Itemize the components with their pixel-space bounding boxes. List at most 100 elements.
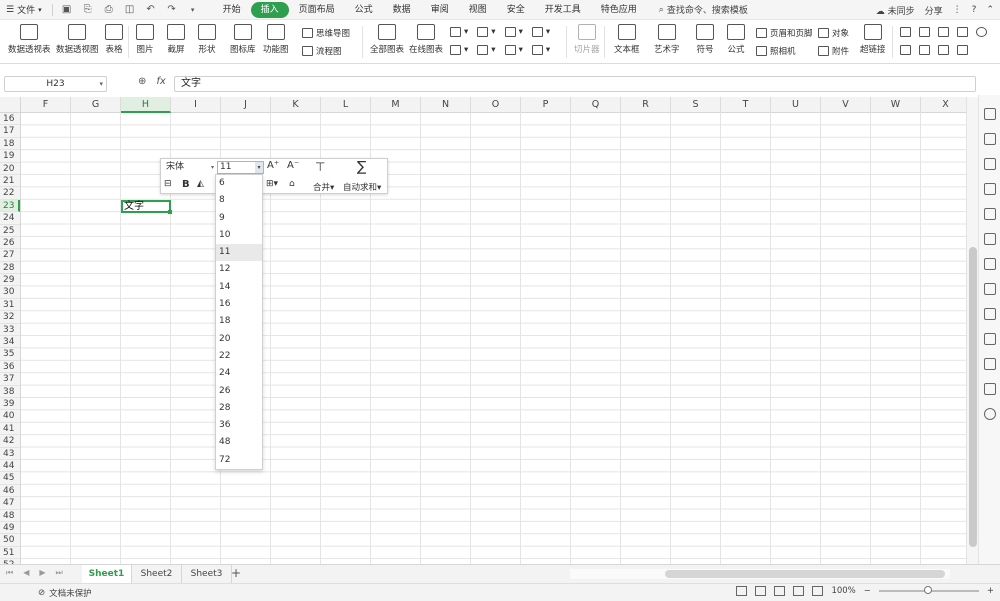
row-header[interactable]: 37 — [0, 373, 20, 386]
column-header[interactable]: T — [721, 97, 771, 113]
next-sheet-icon[interactable]: ▶ — [39, 568, 45, 578]
row-header[interactable]: 45 — [0, 472, 20, 485]
column-header[interactable]: F — [21, 97, 71, 113]
font-size-option[interactable]: 9 — [216, 210, 262, 227]
backup-icon[interactable] — [983, 258, 996, 270]
font-size-option[interactable]: 24 — [216, 365, 262, 382]
row-header[interactable]: 43 — [0, 448, 20, 460]
online-charts-button[interactable]: 在线图表 — [409, 24, 443, 55]
share-panel-icon[interactable] — [983, 283, 996, 295]
font-size-option[interactable]: 18 — [216, 313, 262, 330]
format-painter-icon[interactable]: ⌂ — [289, 179, 295, 189]
column-header[interactable]: K — [271, 97, 321, 113]
help-icon[interactable]: ? — [972, 5, 977, 15]
row-header[interactable]: 31 — [0, 299, 20, 312]
column-header[interactable]: O — [471, 97, 521, 113]
font-size-select[interactable]: 11 ▾ — [217, 161, 264, 174]
camera-button[interactable]: 照相机 — [756, 45, 796, 57]
row-header[interactable]: 33 — [0, 324, 20, 337]
tab-3[interactable]: 公式 — [345, 2, 383, 18]
font-size-option[interactable]: 14 — [216, 279, 262, 296]
row-header[interactable]: 16 — [0, 113, 20, 126]
row-header[interactable]: 35 — [0, 348, 20, 361]
font-size-option[interactable]: 8 — [216, 192, 262, 209]
command-search[interactable]: ⌕ 查找命令、搜索模板 — [659, 3, 748, 17]
font-size-option[interactable]: 6 — [216, 175, 262, 192]
row-header[interactable]: 27 — [0, 249, 20, 262]
prev-sheet-icon[interactable]: ◀ — [23, 568, 29, 578]
row-header[interactable]: 40 — [0, 410, 20, 423]
tab-5[interactable]: 审阅 — [421, 2, 459, 18]
row-header[interactable]: 26 — [0, 237, 20, 250]
first-sheet-icon[interactable]: ⏮ — [6, 568, 13, 578]
formula-input[interactable]: 文字 — [174, 76, 976, 92]
shapes-panel-icon[interactable] — [983, 183, 996, 195]
column-header[interactable]: R — [621, 97, 671, 113]
table-button[interactable]: 表格 — [105, 24, 123, 55]
zoom-slider[interactable] — [878, 586, 979, 594]
page-break-icon[interactable] — [793, 586, 805, 596]
row-header[interactable]: 32 — [0, 311, 20, 324]
row-header[interactable]: 28 — [0, 262, 20, 275]
font-size-option[interactable]: 22 — [216, 348, 262, 365]
redo-icon[interactable]: ↷ — [166, 4, 178, 16]
zoom-knob[interactable] — [923, 586, 932, 594]
textbox-button[interactable]: 文本框 — [614, 24, 640, 55]
column-header[interactable]: J — [221, 97, 271, 113]
tab-4[interactable]: 数据 — [383, 2, 421, 18]
all-charts-button[interactable]: 全部图表 — [370, 24, 404, 55]
active-cell-h23[interactable]: 文字 — [121, 199, 172, 214]
art-text-button[interactable]: 艺术字 — [654, 24, 680, 55]
column-header[interactable]: S — [671, 97, 721, 113]
sigma-icon[interactable]: ∑ — [357, 159, 366, 175]
row-header[interactable]: 29 — [0, 274, 20, 287]
chevron-down-icon[interactable]: ▾ — [255, 162, 263, 173]
form-controls-row-2[interactable] — [900, 45, 968, 55]
name-box[interactable]: H23 ▾ — [4, 76, 107, 92]
page-layout-icon[interactable] — [774, 586, 786, 596]
column-header[interactable]: W — [871, 97, 921, 113]
font-name-select[interactable]: 宋体 ▾ — [164, 161, 216, 174]
row-header[interactable]: 49 — [0, 522, 20, 535]
select-icon[interactable] — [983, 233, 996, 245]
tab-1[interactable]: 插入 — [250, 1, 289, 18]
column-header[interactable]: G — [71, 97, 121, 113]
normal-view-icon[interactable] — [755, 586, 767, 596]
row-header[interactable]: 44 — [0, 460, 20, 473]
grow-font-button[interactable]: A⁺ — [267, 160, 279, 171]
header-footer-button[interactable]: 页眉和页脚 — [756, 27, 813, 39]
column-header[interactable]: Q — [571, 97, 621, 113]
share-button[interactable]: 分享 — [925, 4, 943, 17]
column-header[interactable]: U — [771, 97, 821, 113]
sheet-tab-2[interactable]: Sheet2 — [132, 565, 182, 583]
bold-button[interactable]: B — [182, 179, 190, 190]
row-header[interactable]: 39 — [0, 398, 20, 411]
tab-6[interactable]: 视图 — [459, 2, 497, 18]
row-header[interactable]: 24 — [0, 212, 20, 225]
pivot-chart-button[interactable]: 数据透视图 — [56, 24, 99, 55]
column-header[interactable]: M — [371, 97, 421, 113]
row-header[interactable]: 50 — [0, 534, 20, 547]
cloud-sync-button[interactable]: ☁ 未同步 — [876, 4, 915, 17]
font-size-option[interactable]: 48 — [216, 434, 262, 451]
column-chart-dropdown[interactable]: ▾ ▾ ▾ ▾ — [450, 27, 550, 37]
flow-chart-button[interactable]: 流程图 — [302, 45, 342, 57]
archive-icon[interactable] — [983, 308, 996, 320]
history-icon[interactable] — [983, 383, 996, 395]
font-size-option[interactable]: 28 — [216, 400, 262, 417]
row-header[interactable]: 25 — [0, 225, 20, 237]
zoom-icon[interactable]: ⊕ — [138, 76, 146, 87]
hyperlink-button[interactable]: 超链接 — [860, 24, 886, 55]
tab-9[interactable]: 特色应用 — [591, 2, 647, 18]
merge-button[interactable]: 合并▾ — [313, 181, 334, 193]
mind-map-button[interactable]: 思维导图 — [302, 27, 350, 39]
sheet-tab-3[interactable]: Sheet3 — [182, 565, 232, 583]
autosum-button[interactable]: 自动求和▾ — [343, 181, 381, 193]
vertical-scrollbar[interactable] — [966, 97, 978, 564]
row-header[interactable]: 36 — [0, 361, 20, 374]
symbol-button[interactable]: 符号 — [696, 24, 714, 55]
icon-library-button[interactable]: 图标库 — [230, 24, 256, 55]
border-icon[interactable]: ⊞▾ — [266, 179, 278, 189]
help-panel-icon[interactable] — [983, 408, 996, 420]
tab-2[interactable]: 页面布局 — [289, 2, 345, 18]
